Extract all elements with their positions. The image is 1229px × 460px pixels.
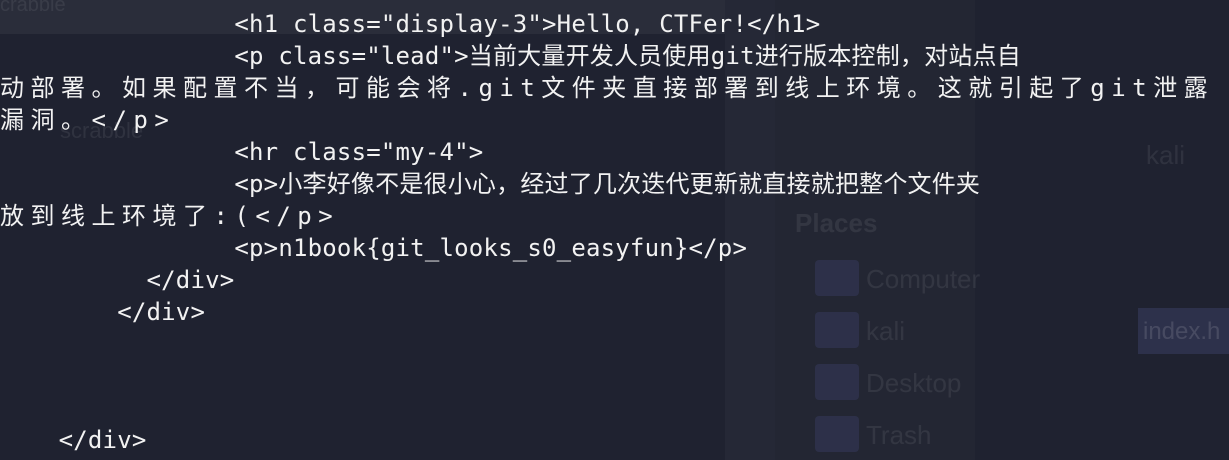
code-line-close-div-inner: </div> (0, 266, 235, 294)
code-line-paragraph-start: <p>小李好像不是很小心，经过了几次迭代更新就直接就把整个文件夹 (0, 170, 981, 198)
code-line-flag: <p>n1book{git_looks_s0_easyfun}</p> (0, 234, 748, 262)
code-line-hr: <hr class="my-4"> (0, 138, 484, 166)
code-line-paragraph-end: 放到线上环境了:(</p> (0, 202, 340, 230)
code-line-lead-middle: 动部署。如果配置不当，可能会将.git文件夹直接部署到线上环境。这就引起了git… (0, 74, 1215, 102)
terminal-output[interactable]: <h1 class="display-3">Hello, CTFer!</h1>… (0, 0, 1229, 460)
code-line-close-div-outer: </div> (0, 426, 147, 454)
code-line-close-div-middle: </div> (0, 298, 206, 326)
code-line-lead-start: <p class="lead">当前大量开发人员使用git进行版本控制，对站点自 (0, 42, 1021, 70)
code-line-lead-end: 漏洞。</p> (0, 106, 176, 134)
code-line-h1: <h1 class="display-3">Hello, CTFer!</h1> (0, 10, 821, 38)
